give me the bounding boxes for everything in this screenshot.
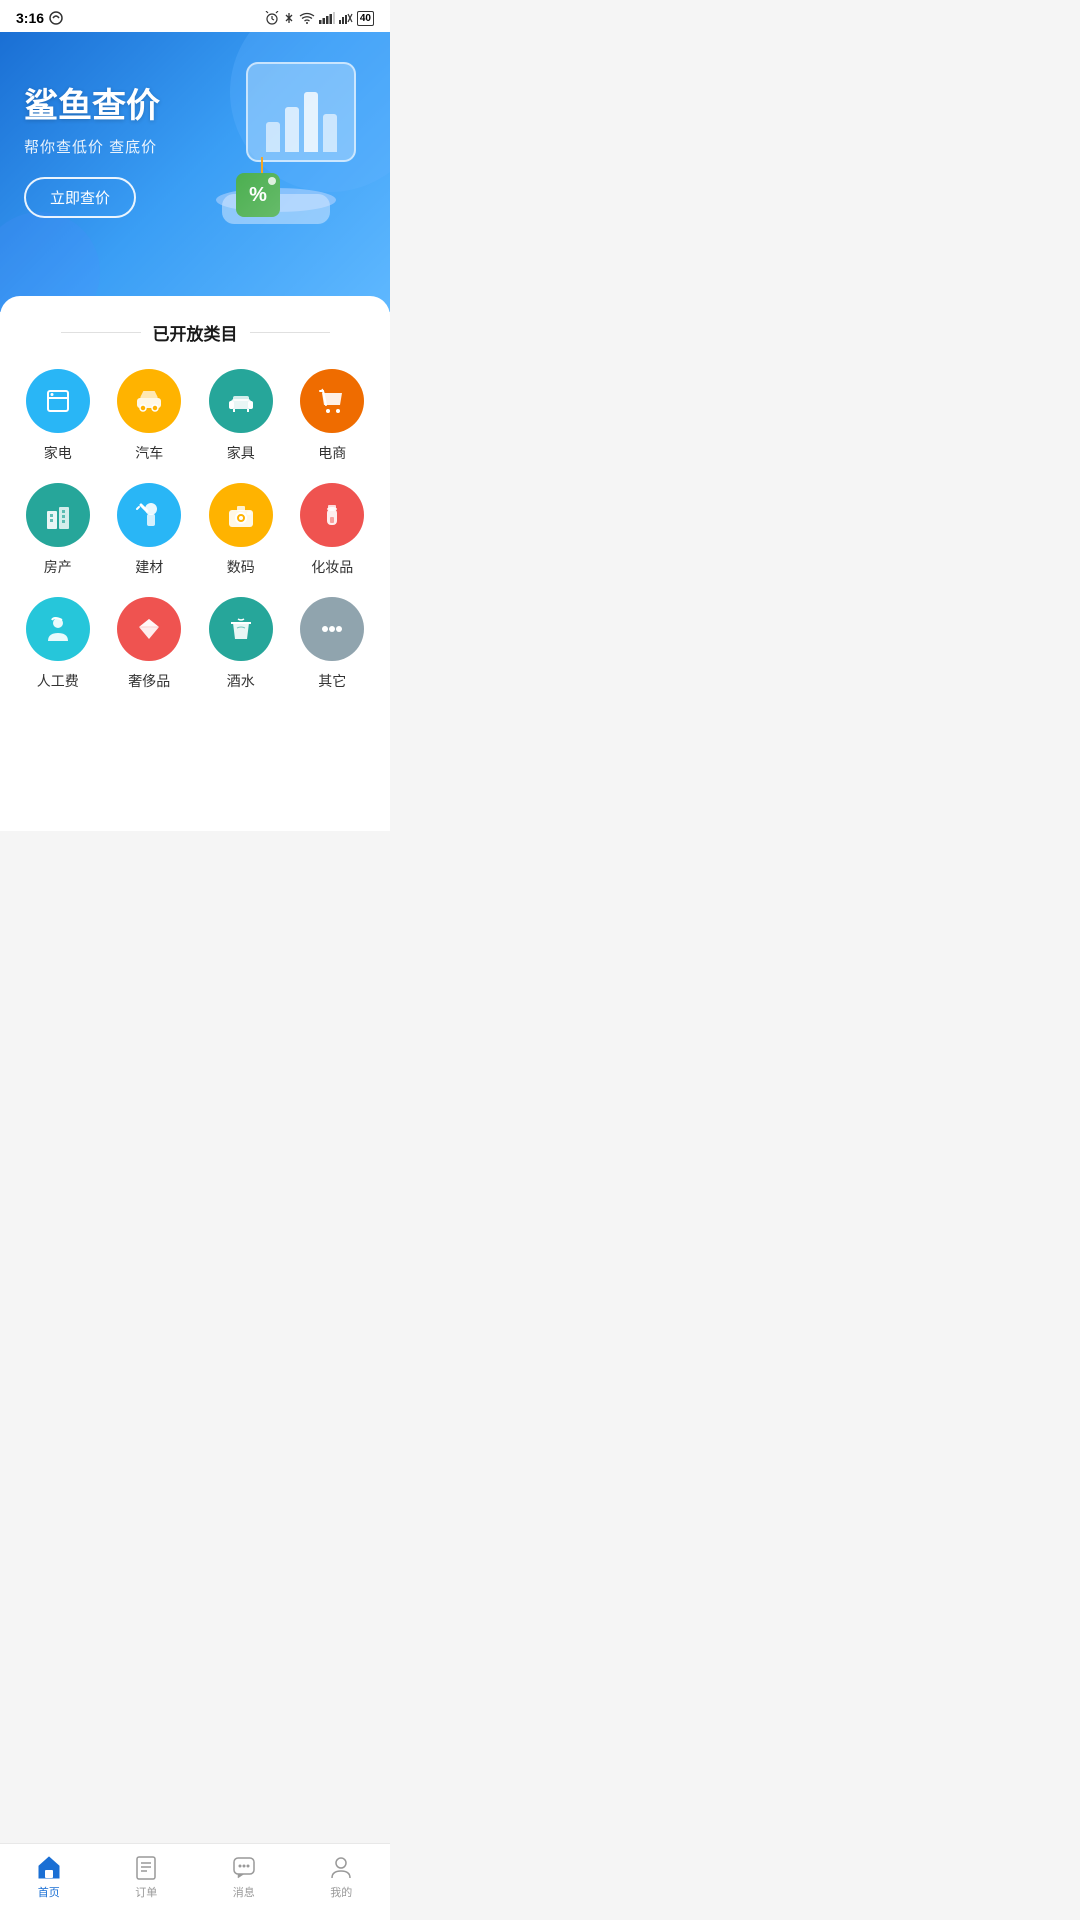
diamond-icon [133, 613, 165, 645]
drink-icon [225, 613, 257, 645]
signal-icon [319, 12, 335, 24]
nav-mine[interactable]: 我的 [293, 1854, 391, 1900]
category-jiadian[interactable]: 家电 [16, 369, 100, 463]
battery-level: 40 [360, 13, 371, 24]
category-dianshang[interactable]: 电商 [291, 369, 375, 463]
nav-orders-label: 订单 [135, 1884, 157, 1900]
car-icon [133, 385, 165, 417]
home-icon [36, 1854, 62, 1880]
hero-cta-button[interactable]: 立即查价 [24, 177, 136, 218]
category-jiushui[interactable]: 酒水 [199, 597, 283, 691]
jiadian-label: 家电 [44, 443, 72, 463]
nav-home-label: 首页 [38, 1884, 60, 1900]
category-jiaju[interactable]: 家具 [199, 369, 283, 463]
hero-illustration: % [206, 62, 366, 242]
shuma-label: 数码 [227, 557, 255, 577]
huazhuangpin-icon-bg [300, 483, 364, 547]
price-tag: % [236, 157, 288, 217]
shechipin-label: 奢侈品 [128, 671, 170, 691]
jiushui-icon-bg [209, 597, 273, 661]
nav-home[interactable]: 首页 [0, 1854, 98, 1900]
status-time: 3:16 [16, 10, 64, 26]
jiadian-icon-bg [26, 369, 90, 433]
shuma-icon-bg [209, 483, 273, 547]
jiaju-label: 家具 [227, 443, 255, 463]
worker-icon [42, 613, 74, 645]
appliance-icon [42, 385, 74, 417]
category-qiche[interactable]: 汽车 [108, 369, 192, 463]
qita-icon-bg [300, 597, 364, 661]
dianshang-icon-bg [300, 369, 364, 433]
bottom-nav: 首页 订单 消息 [0, 1843, 390, 1920]
battery-indicator: 40 [357, 11, 374, 26]
main-content: 已开放类目 家电 [0, 296, 390, 831]
fangchan-label: 房产 [44, 557, 72, 577]
divider-left [61, 332, 141, 333]
category-grid: 家电 汽车 [16, 369, 374, 691]
section-title: 已开放类目 [153, 320, 238, 345]
alarm-icon [265, 11, 279, 25]
jiancai-label: 建材 [135, 557, 163, 577]
nav-orders[interactable]: 订单 [98, 1854, 196, 1900]
camera-icon [225, 499, 257, 531]
rengongfei-icon-bg [26, 597, 90, 661]
divider-right [250, 332, 330, 333]
time-text: 3:16 [16, 10, 44, 26]
category-shechipin[interactable]: 奢侈品 [108, 597, 192, 691]
qiche-icon-bg [117, 369, 181, 433]
category-qita[interactable]: 其它 [291, 597, 375, 691]
rengongfei-label: 人工费 [37, 671, 79, 691]
huazhuangpin-label: 化妆品 [311, 557, 353, 577]
bluetooth-icon [283, 12, 295, 24]
more-icon [316, 613, 348, 645]
sofa-icon [225, 385, 257, 417]
qiche-label: 汽车 [135, 443, 163, 463]
hero-banner: 鲨鱼查价 帮你查低价 查底价 立即查价 % [0, 32, 390, 312]
nav-messages[interactable]: 消息 [195, 1854, 293, 1900]
mine-icon [328, 1854, 354, 1880]
nav-mine-label: 我的 [330, 1884, 352, 1900]
signal2-icon [339, 12, 353, 24]
category-jiancai[interactable]: 建材 [108, 483, 192, 577]
hero-title: 鲨鱼查价 [24, 86, 206, 127]
building-icon [42, 499, 74, 531]
chart-monitor [246, 62, 356, 162]
category-rengongfei[interactable]: 人工费 [16, 597, 100, 691]
fangchan-icon-bg [26, 483, 90, 547]
shechipin-icon-bg [117, 597, 181, 661]
cosmetic-icon [316, 499, 348, 531]
category-huazhuangpin[interactable]: 化妆品 [291, 483, 375, 577]
jiancai-icon-bg [117, 483, 181, 547]
dianshang-label: 电商 [318, 443, 346, 463]
nav-messages-label: 消息 [233, 1884, 255, 1900]
orders-icon [133, 1854, 159, 1880]
status-icons: 40 [265, 11, 374, 26]
paint-icon [133, 499, 165, 531]
shopping-icon [316, 385, 348, 417]
jiaju-icon-bg [209, 369, 273, 433]
messages-icon [231, 1854, 257, 1880]
status-bar: 3:16 [0, 0, 390, 32]
qita-label: 其它 [318, 671, 346, 691]
category-fangchan[interactable]: 房产 [16, 483, 100, 577]
nfc-icon [48, 10, 64, 26]
hero-subtitle: 帮你查低价 查底价 [24, 136, 206, 157]
section-header: 已开放类目 [16, 320, 374, 345]
category-shuma[interactable]: 数码 [199, 483, 283, 577]
jiushui-label: 酒水 [227, 671, 255, 691]
hero-text: 鲨鱼查价 帮你查低价 查底价 立即查价 [24, 86, 206, 219]
wifi-icon [299, 12, 315, 24]
